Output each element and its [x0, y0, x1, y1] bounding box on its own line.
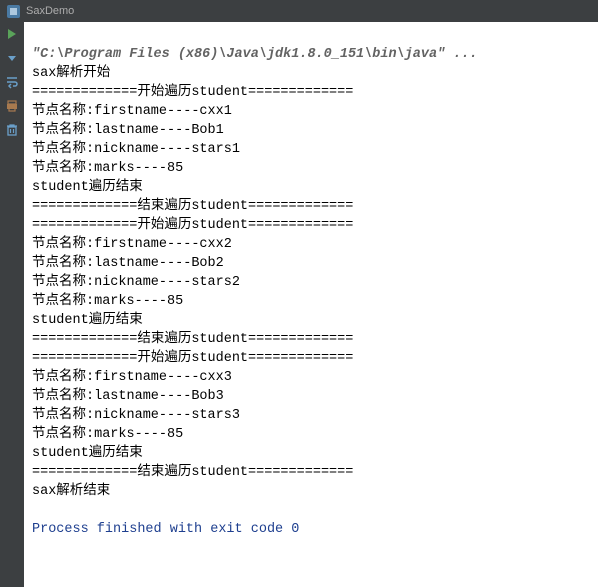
wrap-icon[interactable]: [4, 74, 20, 90]
output-line: 节点名称:marks----85: [32, 294, 183, 309]
output-line: 节点名称:lastname----Bob1: [32, 123, 224, 138]
output-line: student遍历结束: [32, 446, 143, 461]
console-output[interactable]: "C:\Program Files (x86)\Java\jdk1.8.0_15…: [24, 22, 598, 587]
exit-code-line: Process finished with exit code 0: [32, 522, 299, 537]
output-line: 节点名称:nickname----stars3: [32, 408, 240, 423]
output-line: sax解析开始: [32, 66, 110, 81]
rerun-icon[interactable]: [4, 26, 20, 42]
output-line: =============结束遍历student=============: [32, 199, 353, 214]
output-line: =============结束遍历student=============: [32, 332, 353, 347]
output-line: 节点名称:nickname----stars1: [32, 142, 240, 157]
app-icon: [6, 4, 20, 18]
output-line: =============结束遍历student=============: [32, 465, 353, 480]
output-line: 节点名称:firstname----cxx1: [32, 104, 232, 119]
trash-icon[interactable]: [4, 122, 20, 138]
output-line: 节点名称:lastname----Bob2: [32, 256, 224, 271]
down-arrow-icon[interactable]: [4, 50, 20, 66]
output-line: 节点名称:firstname----cxx3: [32, 370, 232, 385]
tool-gutter: [0, 22, 24, 587]
output-line: sax解析结束: [32, 484, 110, 499]
output-line: 节点名称:nickname----stars2: [32, 275, 240, 290]
output-line: 节点名称:marks----85: [32, 161, 183, 176]
window-title: SaxDemo: [26, 5, 74, 17]
output-line: =============开始遍历student=============: [32, 351, 353, 366]
main-area: "C:\Program Files (x86)\Java\jdk1.8.0_15…: [0, 22, 598, 587]
output-line: 节点名称:lastname----Bob3: [32, 389, 224, 404]
command-line: "C:\Program Files (x86)\Java\jdk1.8.0_15…: [32, 47, 478, 62]
output-line: student遍历结束: [32, 180, 143, 195]
output-line: =============开始遍历student=============: [32, 218, 353, 233]
output-line: 节点名称:marks----85: [32, 427, 183, 442]
print-icon[interactable]: [4, 98, 20, 114]
output-line: student遍历结束: [32, 313, 143, 328]
output-line: =============开始遍历student=============: [32, 85, 353, 100]
output-line: 节点名称:firstname----cxx2: [32, 237, 232, 252]
title-bar: SaxDemo: [0, 0, 598, 22]
